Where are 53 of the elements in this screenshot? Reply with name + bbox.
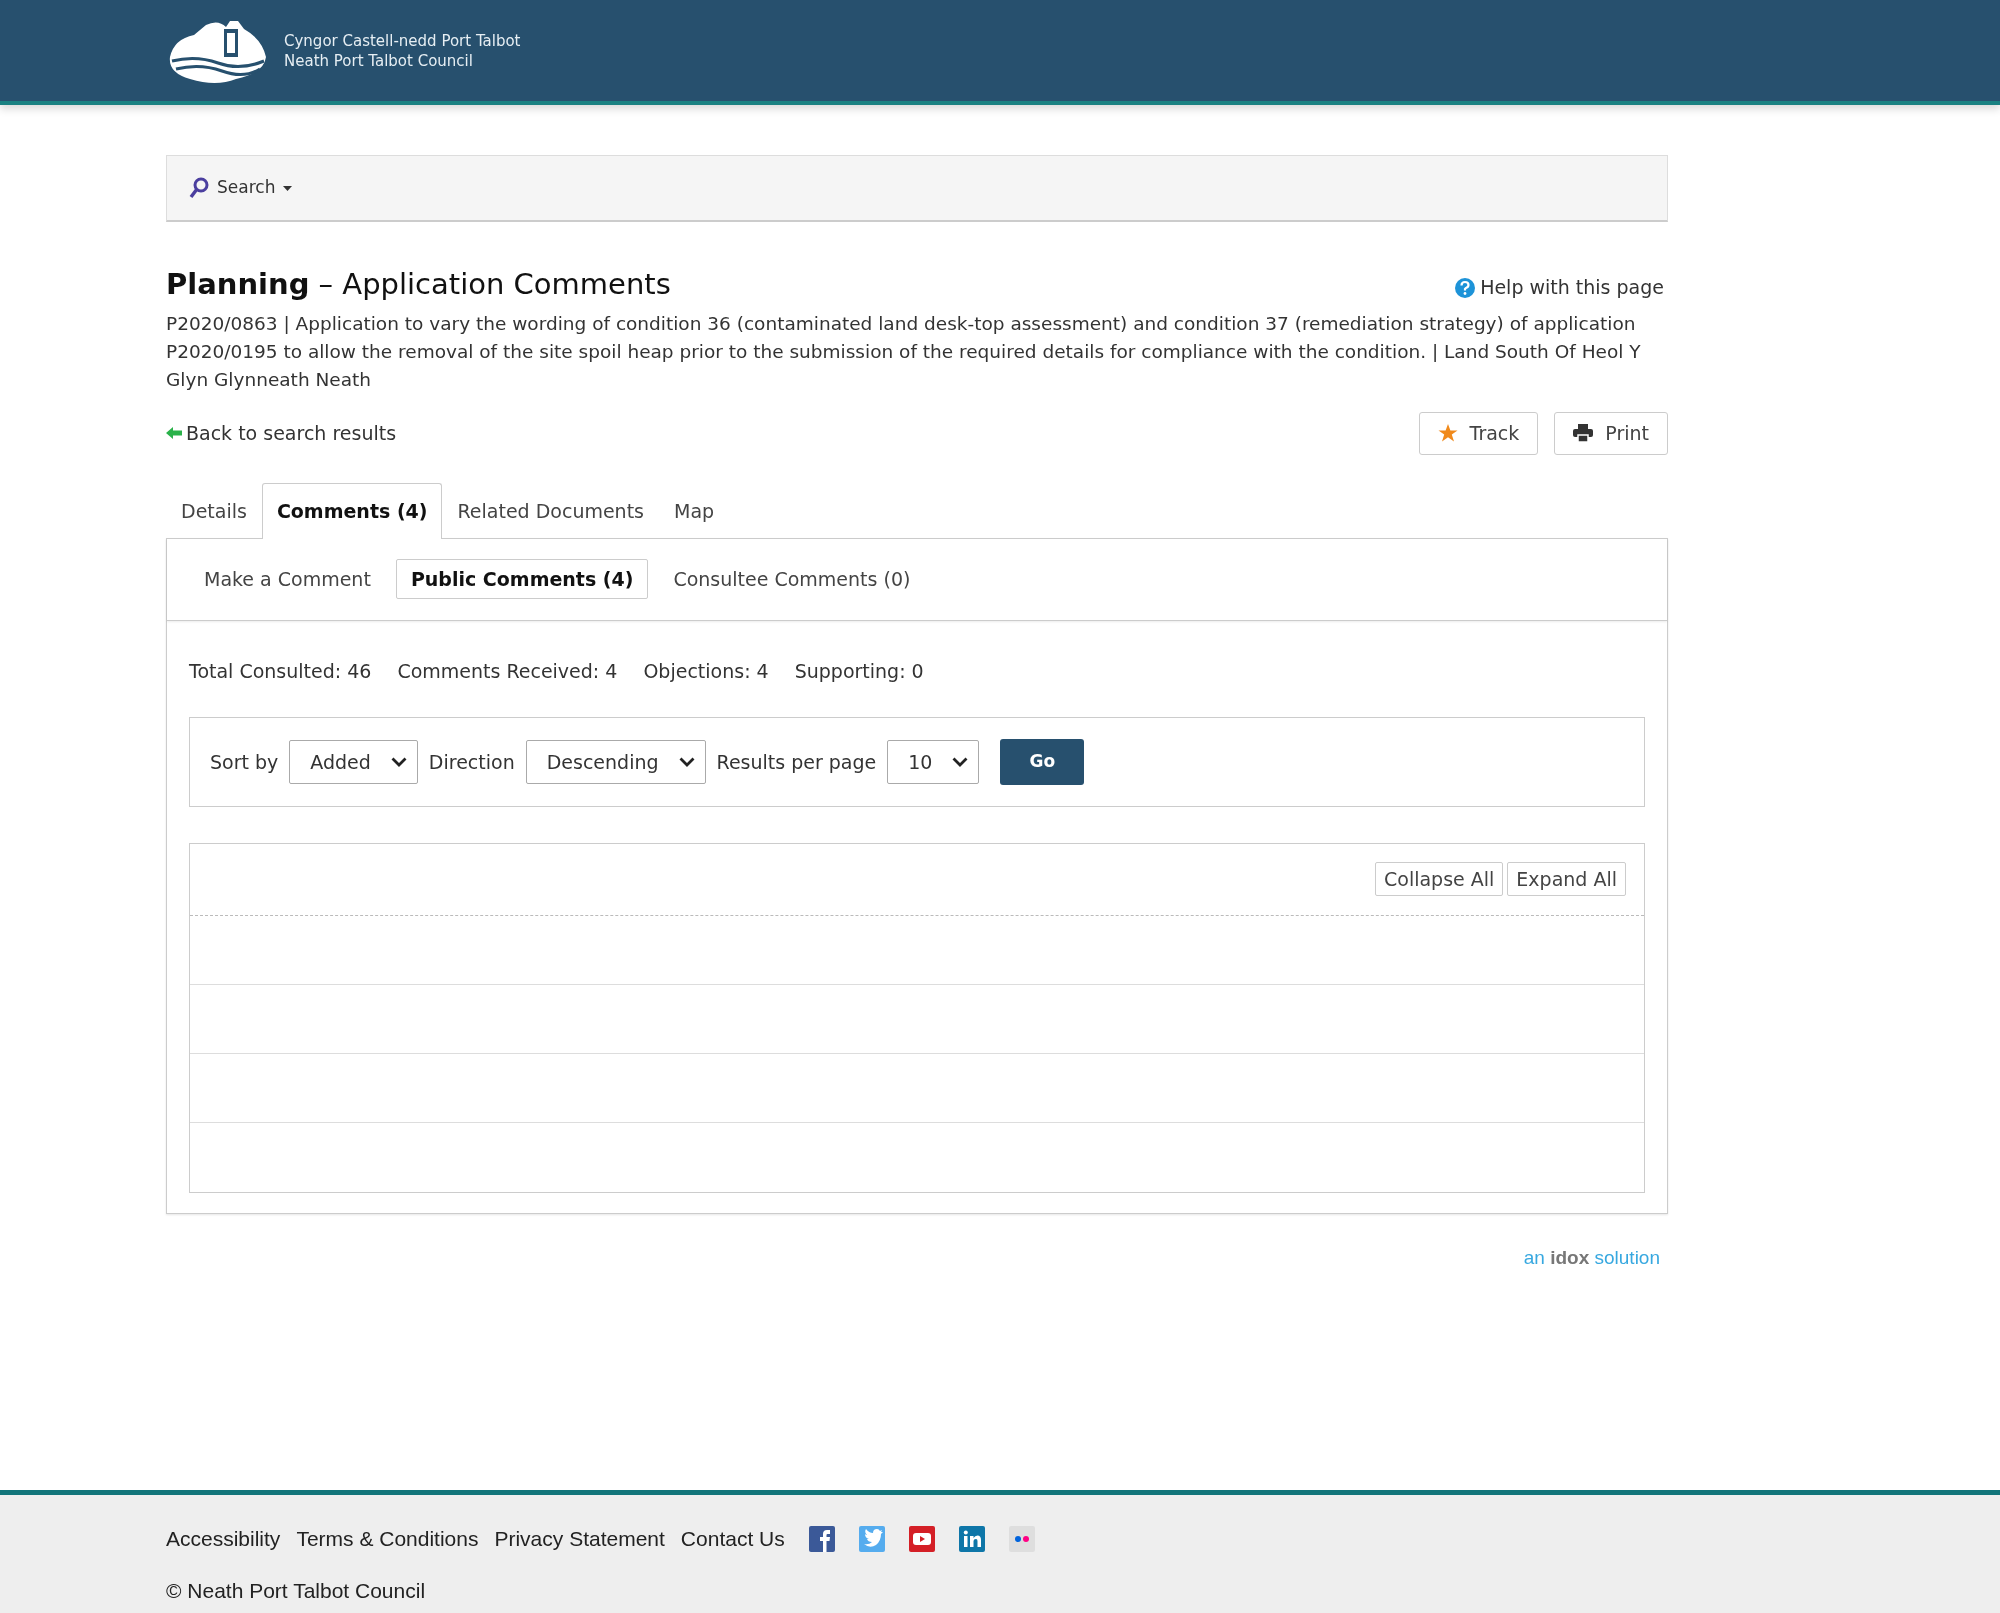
go-button[interactable]: Go: [1000, 738, 1085, 785]
tab[interactable]: Comments (4): [261, 482, 443, 539]
vendor-logo: an idox solution: [1523, 1245, 1661, 1270]
video-play-icon: [908, 1525, 935, 1552]
logo-text: Neath Port Talbot Council: [284, 50, 474, 71]
tab[interactable]: Related Documents: [442, 482, 659, 538]
caret-icon: [283, 185, 293, 191]
two-dots-icon: [1008, 1525, 1035, 1552]
footer-link[interactable]: Privacy Statement: [494, 1523, 665, 1555]
field-label: Sort by: [210, 749, 279, 775]
footer-link[interactable]: Terms & Conditions: [296, 1523, 479, 1555]
social-link[interactable]: [908, 1525, 935, 1552]
footer-link[interactable]: Accessibility: [166, 1523, 281, 1555]
application-description: P2020/0863 | Application to vary the wording of condition 36 (contaminated land desk-top assessment) and condition 37 (remediation strategy) of application P2020/0195 to allow the removal of the site spoil heap prior to the submission of the required details for compliance with the condition. | Land South Of Heol Y Glyn Glynneath Neath: [166, 311, 1642, 392]
chevron-down-icon: [952, 756, 969, 767]
copyright-text: © Neath Port Talbot Council: [166, 1577, 427, 1604]
field-label: Direction: [428, 749, 515, 775]
comment-stat: Supporting: 0: [794, 658, 924, 684]
facebook-icon: [808, 1525, 835, 1552]
comment-stat: Objections: 4: [643, 658, 769, 684]
sub-tab[interactable]: Consultee Comments (0): [658, 559, 926, 600]
social-link[interactable]: [808, 1525, 835, 1552]
collapse-all-button[interactable]: Collapse All: [1375, 862, 1504, 897]
chevron-down-icon: [390, 756, 407, 767]
back-arrow-icon: [166, 427, 182, 440]
dropdown[interactable]: Descending: [525, 739, 706, 784]
search-menu[interactable]: Search: [217, 175, 293, 201]
linkedin-icon: [958, 1525, 985, 1552]
printer-icon: [1573, 424, 1594, 443]
back-link[interactable]: Back to search results: [186, 419, 397, 448]
page-title: Planning – Application Comments: [166, 267, 671, 302]
tab[interactable]: Details: [166, 482, 262, 538]
comment-stat: Total Consulted: 46: [189, 658, 372, 684]
tab[interactable]: Map: [659, 482, 730, 538]
sub-tab[interactable]: Public Comments (4): [395, 559, 649, 600]
comment-stat: Comments Received: 4: [397, 658, 618, 684]
track-button[interactable]: Track: [1418, 411, 1539, 455]
logo-text: Cyngor Castell-nedd Port Talbot: [284, 30, 521, 51]
expand-all-button[interactable]: Expand All: [1507, 862, 1626, 897]
dropdown[interactable]: Added: [289, 739, 418, 784]
social-link[interactable]: [1008, 1525, 1035, 1552]
field-label: Results per page: [716, 749, 877, 775]
social-link[interactable]: [958, 1525, 985, 1552]
twitter-icon: [858, 1525, 885, 1552]
footer-link[interactable]: Contact Us: [680, 1523, 785, 1555]
print-button[interactable]: Print: [1554, 411, 1668, 455]
star-icon: [1437, 423, 1458, 443]
chevron-down-icon: [678, 756, 695, 767]
help-icon: [1454, 276, 1477, 299]
dropdown[interactable]: 10: [887, 739, 980, 784]
search-icon: [189, 177, 209, 199]
sub-tab[interactable]: Make a Comment: [189, 559, 386, 600]
help-link[interactable]: Help with this page: [1480, 273, 1664, 302]
